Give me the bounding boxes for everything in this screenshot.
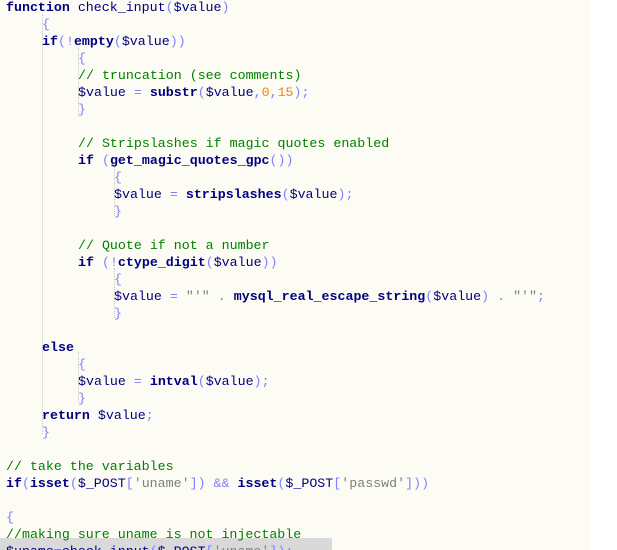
editor-margin [591,0,617,550]
code-line: if(!empty($value)) [42,34,186,49]
code-line: // Quote if not a number [78,238,270,253]
code-line: { [6,510,14,525]
code-line: return $value; [42,408,154,423]
code-line: else [42,340,74,355]
code-line: } [78,102,86,117]
code-line: if (!ctype_digit($value)) [78,255,278,270]
code-line: } [114,204,122,219]
code-line: if (get_magic_quotes_gpc()) [78,153,294,168]
code-line: } [78,391,86,406]
code-editor[interactable]: function check_input($value) { if(!empty($… [0,0,591,550]
code-line: { [114,272,122,287]
code-line: //making sure uname is not injectable [6,527,302,542]
code-line: $value = substr($value,0,15); [78,85,310,100]
code-line: { [78,357,86,372]
code-line: { [42,17,50,32]
code-line: $value = "'" . mysql_real_escape_string(… [114,289,546,304]
indent-guide [42,14,43,434]
code-line: function check_input($value) [6,0,230,15]
code-line: $uname=check_input($_POST['uname']); [6,543,293,550]
code-line: $value = intval($value); [78,374,270,389]
code-line: // Stripslashes if magic quotes enabled [78,136,390,151]
code-line: // truncation (see comments) [78,68,302,83]
code-line: // take the variables [6,459,174,474]
code-line: } [42,425,50,440]
code-line: if(isset($_POST['uname']) && isset($_POS… [6,476,430,491]
code-line: $value = stripslashes($value); [114,187,354,202]
code-line: { [114,170,122,185]
code-line: } [114,306,122,321]
code-line: { [78,51,86,66]
